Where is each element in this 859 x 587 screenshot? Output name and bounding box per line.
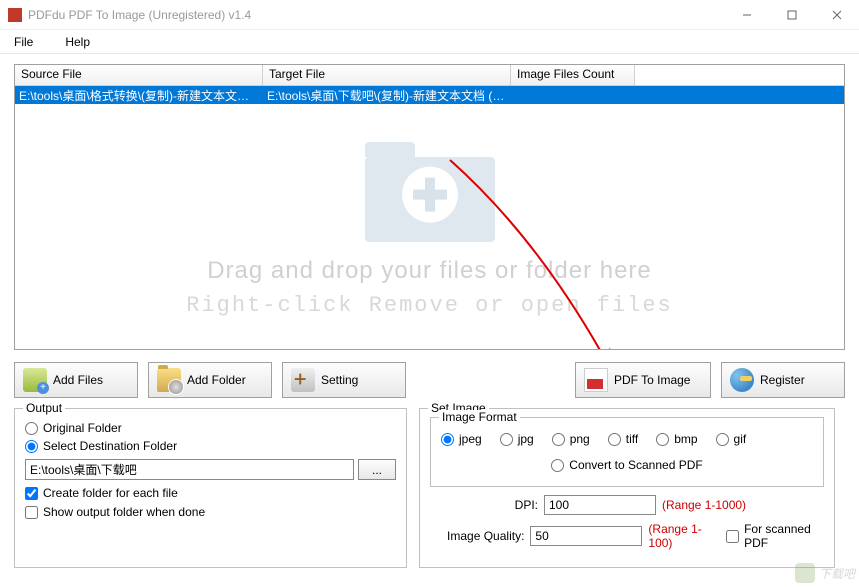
format-gif-radio[interactable] bbox=[716, 433, 729, 446]
for-scanned-checkbox[interactable] bbox=[726, 530, 739, 543]
close-button[interactable] bbox=[814, 0, 859, 30]
cell-target: E:\tools\桌面\下载吧\(复制)-新建文本文档 (2... bbox=[263, 86, 511, 104]
add-folder-button[interactable]: Add Folder bbox=[148, 362, 272, 398]
destination-path-input[interactable] bbox=[25, 459, 354, 480]
quality-input[interactable] bbox=[530, 526, 642, 546]
register-button[interactable]: Register bbox=[721, 362, 845, 398]
select-destination-label: Select Destination Folder bbox=[43, 439, 177, 453]
create-folder-option[interactable]: Create folder for each file bbox=[25, 486, 396, 500]
setting-button[interactable]: Setting bbox=[282, 362, 406, 398]
for-scanned-option[interactable]: For scanned PDF bbox=[726, 522, 824, 550]
setting-label: Setting bbox=[321, 373, 358, 387]
annotation-arrow bbox=[430, 150, 650, 350]
dpi-input[interactable] bbox=[544, 495, 656, 515]
pdf-to-image-button[interactable]: PDF To Image bbox=[575, 362, 711, 398]
quality-range: (Range 1-100) bbox=[648, 522, 716, 550]
format-gif-option[interactable]: gif bbox=[716, 432, 747, 446]
setting-icon bbox=[291, 368, 315, 392]
dropzone-text-2: Right-click Remove or open files bbox=[186, 293, 672, 318]
output-fieldset: Output Original Folder Select Destinatio… bbox=[14, 408, 407, 568]
show-output-checkbox[interactable] bbox=[25, 506, 38, 519]
original-folder-option[interactable]: Original Folder bbox=[25, 421, 396, 435]
format-bmp-option[interactable]: bmp bbox=[656, 432, 697, 446]
table-header: Source File Target File Image Files Coun… bbox=[15, 65, 844, 86]
format-tiff-option[interactable]: tiff bbox=[608, 432, 638, 446]
show-output-label: Show output folder when done bbox=[43, 505, 205, 519]
format-jpeg-option[interactable]: jpeg bbox=[441, 432, 482, 446]
original-folder-label: Original Folder bbox=[43, 421, 122, 435]
image-format-fieldset: Image Format jpeg jpg png tiff bmp gif C… bbox=[430, 417, 824, 487]
title-bar: PDFdu PDF To Image (Unregistered) v1.4 bbox=[0, 0, 859, 30]
add-files-button[interactable]: Add Files bbox=[14, 362, 138, 398]
format-jpeg-radio[interactable] bbox=[441, 433, 454, 446]
pdf-icon bbox=[584, 368, 608, 392]
format-png-option[interactable]: png bbox=[552, 432, 590, 446]
output-legend: Output bbox=[23, 401, 65, 415]
folder-icon bbox=[365, 137, 495, 242]
select-destination-radio[interactable] bbox=[25, 440, 38, 453]
register-label: Register bbox=[760, 373, 805, 387]
add-files-label: Add Files bbox=[53, 373, 103, 387]
format-jpg-radio[interactable] bbox=[500, 433, 513, 446]
cell-source: E:\tools\桌面\格式转换\(复制)-新建文本文档 ... bbox=[15, 86, 263, 104]
format-bmp-radio[interactable] bbox=[656, 433, 669, 446]
add-folder-label: Add Folder bbox=[187, 373, 246, 387]
select-destination-option[interactable]: Select Destination Folder bbox=[25, 439, 396, 453]
format-scanned-option[interactable]: Convert to Scanned PDF bbox=[551, 458, 702, 472]
original-folder-radio[interactable] bbox=[25, 422, 38, 435]
show-output-option[interactable]: Show output folder when done bbox=[25, 505, 396, 519]
add-folder-icon bbox=[157, 368, 181, 392]
dropzone-text-1: Drag and drop your files or folder here bbox=[207, 257, 652, 285]
dpi-label: DPI: bbox=[430, 498, 538, 512]
maximize-button[interactable] bbox=[769, 0, 814, 30]
pdf-to-image-label: PDF To Image bbox=[614, 373, 690, 387]
app-icon bbox=[8, 8, 22, 22]
register-icon bbox=[730, 368, 754, 392]
menu-bar: File Help bbox=[0, 30, 859, 54]
col-count[interactable]: Image Files Count bbox=[511, 65, 635, 85]
format-tiff-radio[interactable] bbox=[608, 433, 621, 446]
format-png-radio[interactable] bbox=[552, 433, 565, 446]
add-files-icon bbox=[23, 368, 47, 392]
format-scanned-radio[interactable] bbox=[551, 459, 564, 472]
col-target[interactable]: Target File bbox=[263, 65, 511, 85]
dropzone: Drag and drop your files or folder here … bbox=[15, 105, 844, 349]
file-table[interactable]: Source File Target File Image Files Coun… bbox=[14, 64, 845, 350]
quality-label: Image Quality: bbox=[430, 529, 524, 543]
window-title: PDFdu PDF To Image (Unregistered) v1.4 bbox=[28, 8, 724, 22]
browse-button[interactable]: ... bbox=[358, 459, 396, 480]
dpi-range: (Range 1-1000) bbox=[662, 498, 746, 512]
minimize-button[interactable] bbox=[724, 0, 769, 30]
create-folder-checkbox[interactable] bbox=[25, 487, 38, 500]
menu-help[interactable]: Help bbox=[59, 33, 96, 51]
menu-file[interactable]: File bbox=[8, 33, 39, 51]
set-image-fieldset: Set Image Image Format jpeg jpg png tiff… bbox=[419, 408, 835, 568]
table-row[interactable]: E:\tools\桌面\格式转换\(复制)-新建文本文档 ... E:\tool… bbox=[15, 86, 844, 104]
col-source[interactable]: Source File bbox=[15, 65, 263, 85]
format-jpg-option[interactable]: jpg bbox=[500, 432, 534, 446]
cell-count bbox=[511, 86, 635, 104]
image-format-legend: Image Format bbox=[439, 410, 520, 424]
create-folder-label: Create folder for each file bbox=[43, 486, 178, 500]
